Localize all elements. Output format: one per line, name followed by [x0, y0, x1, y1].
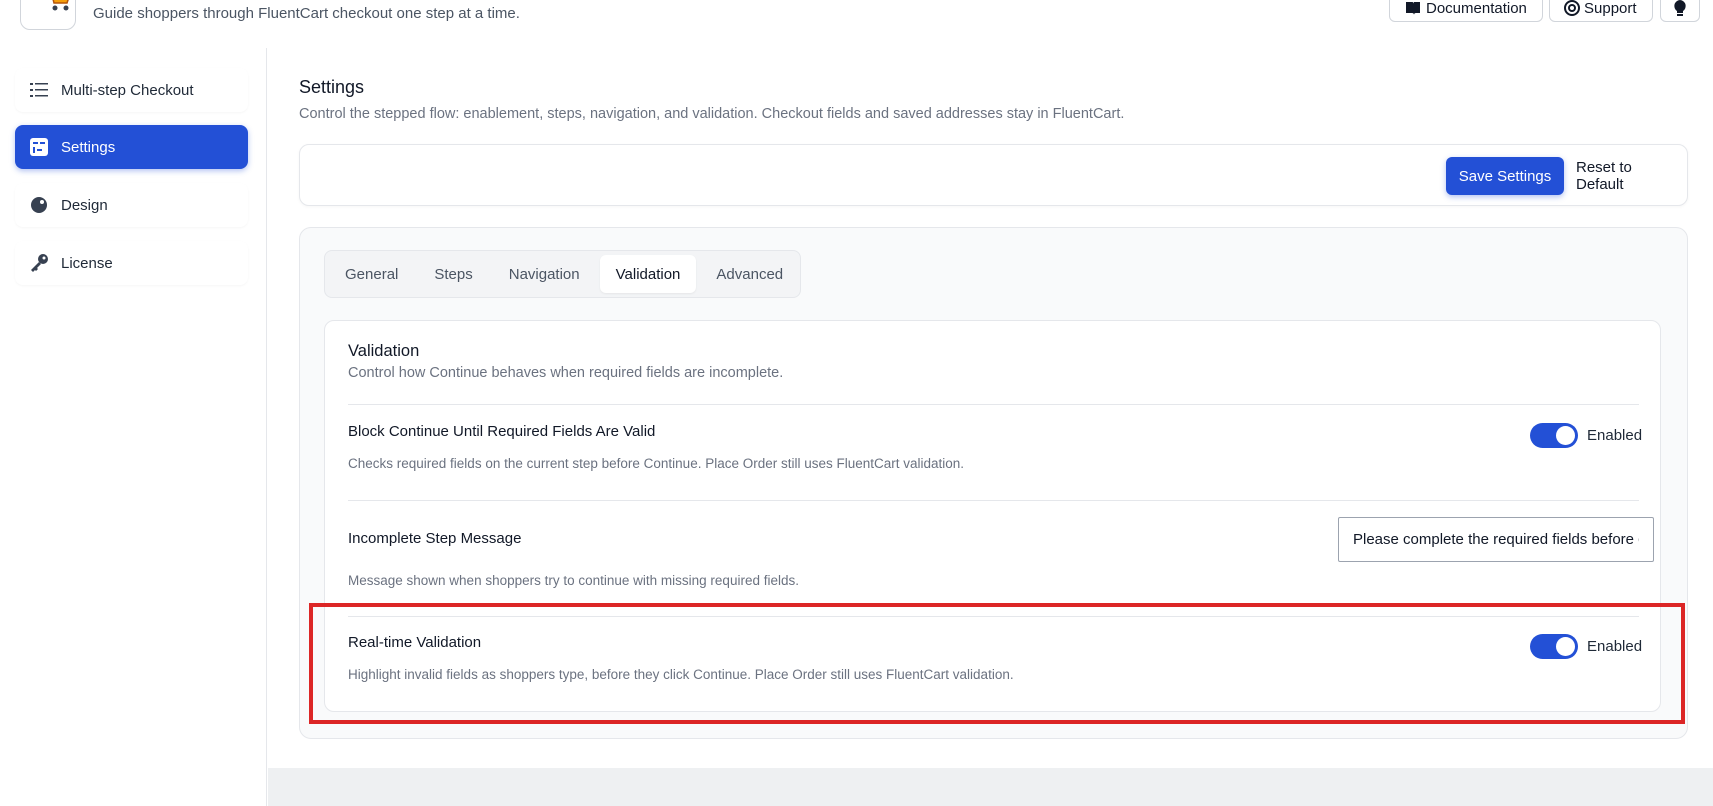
- lifebuoy-icon: [1564, 0, 1580, 16]
- sidebar-item-design[interactable]: Design: [15, 183, 248, 227]
- divider: [348, 404, 1639, 405]
- sidebar-item-multi-step-checkout[interactable]: Multi-step Checkout: [15, 68, 248, 112]
- sidebar-item-label: License: [61, 254, 113, 272]
- tab-navigation[interactable]: Navigation: [493, 255, 596, 293]
- palette-icon: [29, 195, 49, 215]
- realtime-validation-help: Highlight invalid fields as shoppers typ…: [348, 667, 1014, 682]
- divider: [348, 500, 1639, 501]
- support-label: Support: [1584, 0, 1637, 17]
- key-icon: [29, 253, 49, 273]
- documentation-button[interactable]: Documentation: [1389, 0, 1543, 22]
- incomplete-message-input[interactable]: [1338, 517, 1654, 562]
- footer-area: [268, 768, 1713, 806]
- page-description: Control the stepped flow: enablement, st…: [299, 106, 1125, 122]
- settings-panel-icon: [29, 137, 49, 157]
- reset-to-default-button[interactable]: Reset to Default: [1576, 157, 1680, 195]
- block-continue-toggle[interactable]: [1530, 423, 1578, 448]
- sidebar-item-label: Design: [61, 196, 108, 214]
- documentation-label: Documentation: [1426, 0, 1527, 17]
- sidebar-item-license[interactable]: License: [15, 241, 248, 285]
- tab-steps[interactable]: Steps: [418, 255, 488, 293]
- actions-bar: Save Settings Reset to Default: [299, 144, 1688, 206]
- incomplete-message-help: Message shown when shoppers try to conti…: [348, 573, 799, 588]
- save-settings-button[interactable]: Save Settings: [1446, 157, 1564, 195]
- validation-card: Validation Control how Continue behaves …: [324, 320, 1661, 712]
- settings-panel: General Steps Navigation Validation Adva…: [299, 227, 1688, 739]
- settings-tabs: General Steps Navigation Validation Adva…: [324, 250, 801, 298]
- main-content: Settings Control the stepped flow: enabl…: [268, 48, 1713, 768]
- sidebar-item-label: Multi-step Checkout: [61, 81, 194, 99]
- sidebar-item-label: Settings: [61, 138, 116, 156]
- tab-validation[interactable]: Validation: [599, 255, 697, 293]
- toggle-knob: [1556, 637, 1575, 656]
- cart-icon: [52, 0, 69, 11]
- list-icon: [29, 80, 49, 100]
- realtime-validation-toggle[interactable]: [1530, 634, 1578, 659]
- book-icon: [1404, 0, 1422, 16]
- block-continue-label: Block Continue Until Required Fields Are…: [348, 423, 656, 440]
- lightbulb-icon: [1673, 0, 1687, 16]
- realtime-validation-label: Real-time Validation: [348, 634, 482, 651]
- top-header: Guide shoppers through FluentCart checko…: [0, 0, 1713, 48]
- realtime-validation-toggle-group: Enabled: [1530, 634, 1642, 659]
- app-tagline: Guide shoppers through FluentCart checko…: [93, 5, 520, 22]
- app-logo: [20, 0, 76, 30]
- section-description: Control how Continue behaves when requir…: [348, 365, 784, 381]
- sidebar: Multi-step Checkout Settings Design Lice…: [0, 48, 267, 806]
- tab-advanced[interactable]: Advanced: [700, 255, 799, 293]
- section-title: Validation: [348, 342, 420, 360]
- sidebar-item-settings[interactable]: Settings: [15, 125, 248, 169]
- toggle-knob: [1556, 426, 1575, 445]
- toggle-state-label: Enabled: [1587, 427, 1643, 444]
- block-continue-help: Checks required fields on the current st…: [348, 456, 965, 471]
- divider: [348, 616, 1639, 617]
- block-continue-toggle-group: Enabled: [1530, 423, 1642, 448]
- tab-general[interactable]: General: [329, 255, 414, 293]
- incomplete-message-label: Incomplete Step Message: [348, 530, 522, 547]
- toggle-state-label: Enabled: [1587, 638, 1643, 655]
- theme-toggle-button[interactable]: [1660, 0, 1700, 22]
- page-title: Settings: [299, 77, 365, 97]
- support-button[interactable]: Support: [1549, 0, 1653, 22]
